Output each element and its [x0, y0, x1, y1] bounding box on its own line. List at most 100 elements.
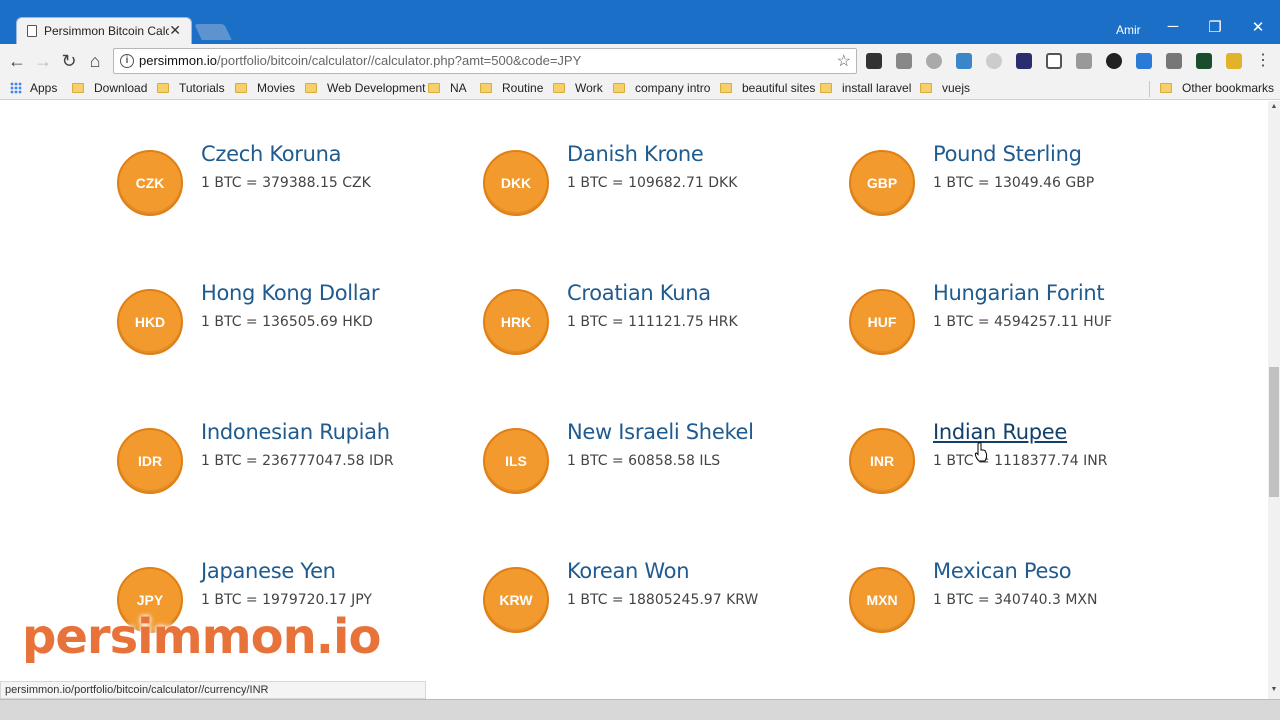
currency-badge-icon[interactable]: CZK: [117, 150, 183, 216]
bookmark-install-laravel[interactable]: install laravel: [820, 81, 911, 95]
currency-badge-icon[interactable]: HRK: [483, 289, 549, 355]
currency-name-link[interactable]: Croatian Kuna: [567, 281, 711, 305]
extension-v-icon[interactable]: [1166, 53, 1182, 69]
vertical-scrollbar[interactable]: ▲ ▼: [1268, 101, 1280, 699]
currency-item-ils[interactable]: ILS New Israeli Shekel 1 BTC = 60858.58 IL…: [483, 420, 823, 498]
status-bar-url: persimmon.io/portfolio/bitcoin/calculato…: [0, 681, 426, 699]
extension-cloud-icon[interactable]: [926, 53, 942, 69]
currency-badge-icon[interactable]: GBP: [849, 150, 915, 216]
currency-badge-icon[interactable]: MXN: [849, 567, 915, 633]
currency-rate: 1 BTC = 1979720.17 JPY: [201, 592, 372, 608]
extension-circle-icon[interactable]: [1106, 53, 1122, 69]
extension-chart-icon[interactable]: [1196, 53, 1212, 69]
maximize-icon[interactable]: ❐: [1200, 18, 1230, 36]
forward-arrow-icon[interactable]: →: [32, 50, 54, 72]
close-window-icon[interactable]: ✕: [1243, 18, 1273, 36]
currency-badge-icon[interactable]: KRW: [483, 567, 549, 633]
page-icon: [27, 25, 37, 37]
menu-icon[interactable]: ⋮: [1252, 50, 1274, 72]
currency-item-hrk[interactable]: HRK Croatian Kuna 1 BTC = 111121.75 HRK: [483, 281, 823, 359]
currency-item-gbp[interactable]: GBP Pound Sterling 1 BTC = 13049.46 GBP: [849, 142, 1189, 220]
address-bar[interactable]: i persimmon.io/portfolio/bitcoin/calcula…: [113, 48, 857, 74]
currency-name-link[interactable]: New Israeli Shekel: [567, 420, 754, 444]
scroll-up-icon[interactable]: ▲: [1268, 103, 1280, 110]
currency-rate: 1 BTC = 1118377.74 INR: [933, 453, 1108, 469]
extension-eyedropper-icon[interactable]: [896, 53, 912, 69]
home-icon[interactable]: ⌂: [84, 50, 106, 72]
currency-name-link[interactable]: Mexican Peso: [933, 559, 1072, 583]
back-arrow-icon[interactable]: ←: [6, 50, 28, 72]
bookmarks-bar: Other bookmarks Apps Download Tutorials Mov…: [0, 78, 1280, 100]
folder-icon: [480, 83, 492, 93]
currency-name-link[interactable]: Danish Krone: [567, 142, 704, 166]
tab-title: Persimmon Bitcoin Calcu: [44, 24, 169, 38]
currency-badge-icon[interactable]: HKD: [117, 289, 183, 355]
profile-name[interactable]: Amir: [1116, 23, 1141, 37]
currency-item-krw[interactable]: KRW Korean Won 1 BTC = 18805245.97 KRW: [483, 559, 823, 637]
currency-item-czk[interactable]: CZK Czech Koruna 1 BTC = 379388.15 CZK: [117, 142, 457, 220]
bookmark-movies[interactable]: Movies: [235, 81, 295, 95]
window-titlebar: Persimmon Bitcoin Calcu ✕ Amir ─ ❐ ✕: [0, 0, 1280, 44]
url-text[interactable]: persimmon.io/portfolio/bitcoin/calculato…: [139, 53, 581, 68]
bookmark-apps[interactable]: Apps: [10, 81, 57, 95]
currency-badge-icon[interactable]: DKK: [483, 150, 549, 216]
bookmarks-separator: [1149, 81, 1150, 97]
new-tab-button[interactable]: [194, 24, 232, 40]
bookmark-web-development[interactable]: Web Development: [305, 81, 426, 95]
minimize-icon[interactable]: ─: [1158, 18, 1188, 35]
currency-name-link[interactable]: Czech Koruna: [201, 142, 342, 166]
currency-rate: 1 BTC = 111121.75 HRK: [567, 314, 738, 330]
reload-icon[interactable]: ↻: [58, 50, 80, 72]
bookmark-download[interactable]: Download: [72, 81, 147, 95]
browser-tab[interactable]: Persimmon Bitcoin Calcu ✕: [16, 17, 192, 44]
currency-item-inr[interactable]: INR Indian Rupee 1 BTC = 1118377.74 INR: [849, 420, 1189, 498]
currency-name-link[interactable]: Indonesian Rupiah: [201, 420, 390, 444]
currency-name-link[interactable]: Pound Sterling: [933, 142, 1082, 166]
bookmark-tutorials[interactable]: Tutorials: [157, 81, 225, 95]
currency-name-link[interactable]: Korean Won: [567, 559, 690, 583]
extension-screenshot-icon[interactable]: [1046, 53, 1062, 69]
bookmark-work[interactable]: Work: [553, 81, 603, 95]
currency-badge-icon[interactable]: HUF: [849, 289, 915, 355]
info-icon[interactable]: i: [120, 54, 134, 68]
currency-badge-icon[interactable]: INR: [849, 428, 915, 494]
currency-rate: 1 BTC = 136505.69 HKD: [201, 314, 373, 330]
extension-b-icon[interactable]: [866, 53, 882, 69]
extension-download-icon[interactable]: [1136, 53, 1152, 69]
currency-item-mxn[interactable]: MXN Mexican Peso 1 BTC = 340740.3 MXN: [849, 559, 1189, 637]
close-tab-icon[interactable]: ✕: [169, 22, 181, 39]
currency-item-dkk[interactable]: DKK Danish Krone 1 BTC = 109682.71 DKK: [483, 142, 823, 220]
watermark-logo: persimmon.io: [22, 609, 381, 665]
bookmark-vuejs[interactable]: vuejs: [920, 81, 970, 95]
currency-badge-icon[interactable]: IDR: [117, 428, 183, 494]
bookmark-company-intro[interactable]: company intro: [613, 81, 710, 95]
apps-grid-icon: [10, 82, 22, 94]
extension-hat-icon[interactable]: [1076, 53, 1092, 69]
currency-rate: 1 BTC = 60858.58 ILS: [567, 453, 721, 469]
currency-name-link[interactable]: Hungarian Forint: [933, 281, 1105, 305]
currency-name-link[interactable]: Hong Kong Dollar: [201, 281, 380, 305]
extension-lock-icon[interactable]: [956, 53, 972, 69]
currency-item-hkd[interactable]: HKD Hong Kong Dollar 1 BTC = 136505.69 HKD: [117, 281, 457, 359]
bookmark-star-icon[interactable]: ☆: [837, 51, 851, 71]
folder-icon: [553, 83, 565, 93]
currency-rate: 1 BTC = 13049.46 GBP: [933, 175, 1095, 191]
bookmark-routine[interactable]: Routine: [480, 81, 543, 95]
currency-rate: 1 BTC = 340740.3 MXN: [933, 592, 1098, 608]
currency-item-idr[interactable]: IDR Indonesian Rupiah 1 BTC = 236777047.58…: [117, 420, 457, 498]
currency-item-huf[interactable]: HUF Hungarian Forint 1 BTC = 4594257.11 HU…: [849, 281, 1189, 359]
other-bookmarks[interactable]: Other bookmarks: [1160, 81, 1274, 95]
currency-rate: 1 BTC = 18805245.97 KRW: [567, 592, 759, 608]
folder-icon: [305, 83, 317, 93]
extension-gear-icon[interactable]: [986, 53, 1002, 69]
bookmark-beautiful-sites[interactable]: beautiful sites: [720, 81, 815, 95]
scroll-down-icon[interactable]: ▼: [1268, 686, 1280, 693]
extension-colorzilla-icon[interactable]: [1016, 53, 1032, 69]
scroll-thumb[interactable]: [1269, 367, 1279, 497]
currency-name-link[interactable]: Indian Rupee: [933, 420, 1067, 444]
bookmark-na[interactable]: NA: [428, 81, 467, 95]
extension-pencil-icon[interactable]: [1226, 53, 1242, 69]
currency-name-link[interactable]: Japanese Yen: [201, 559, 336, 583]
currency-badge-icon[interactable]: ILS: [483, 428, 549, 494]
currency-rate: 1 BTC = 109682.71 DKK: [567, 175, 738, 191]
